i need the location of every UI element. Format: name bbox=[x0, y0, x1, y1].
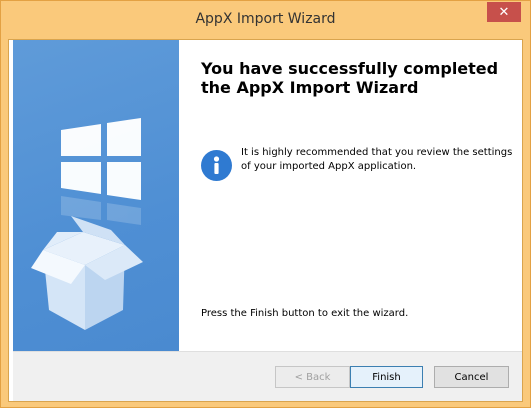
cancel-button[interactable]: Cancel bbox=[434, 366, 509, 388]
wizard-side-panel bbox=[13, 40, 179, 351]
window-title: AppX Import Wizard bbox=[195, 11, 336, 27]
open-box-icon bbox=[31, 216, 143, 330]
wizard-window: AppX Import Wizard ✕ You have successful… bbox=[0, 0, 531, 408]
completion-heading: You have successfully completed the AppX… bbox=[201, 59, 499, 97]
close-icon: ✕ bbox=[498, 4, 510, 20]
button-bar: < Back Finish Cancel bbox=[13, 351, 522, 401]
exit-instruction-text: Press the Finish button to exit the wiza… bbox=[201, 308, 409, 319]
wizard-client-area: You have successfully completed the AppX… bbox=[8, 39, 523, 402]
review-settings-text: It is highly recommended that you review… bbox=[241, 147, 513, 172]
info-icon bbox=[201, 150, 232, 181]
back-button[interactable]: < Back bbox=[275, 366, 350, 388]
windows-logo-icon bbox=[61, 118, 141, 200]
close-button[interactable]: ✕ bbox=[487, 2, 521, 22]
windows-box-illustration bbox=[31, 118, 143, 330]
wizard-content: You have successfully completed the AppX… bbox=[179, 40, 522, 351]
title-bar[interactable]: AppX Import Wizard ✕ bbox=[1, 1, 530, 39]
finish-button[interactable]: Finish bbox=[350, 366, 423, 388]
